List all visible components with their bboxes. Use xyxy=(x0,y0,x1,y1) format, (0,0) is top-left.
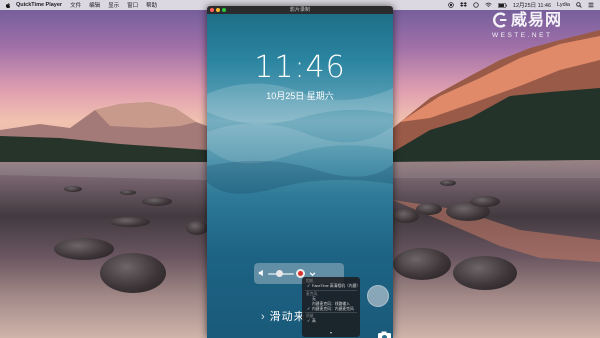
watermark-brand-text: 威易网 xyxy=(511,10,563,29)
menu-item[interactable]: FaceTime 高清相机（内建） xyxy=(302,284,360,289)
assistive-touch-button[interactable] xyxy=(367,285,389,307)
volume-icon xyxy=(258,269,263,277)
menu-bar-status-area: 12月25日 11:46 Lydia xyxy=(448,0,594,10)
menu-file[interactable]: 文件 xyxy=(70,1,81,9)
rock xyxy=(120,190,136,195)
rock xyxy=(100,253,166,293)
watermark: 威易网 WESTE.NET xyxy=(492,11,588,40)
iphone-screen-preview: 11:46 10月25日 星期六 › 滑动来 xyxy=(207,14,393,338)
notification-center-icon[interactable] xyxy=(588,2,594,8)
slide-to-unlock-text: 滑动来 xyxy=(269,311,306,323)
menu-bar-clock[interactable]: 12月25日 11:46 xyxy=(513,1,551,9)
lockscreen-time: 11:46 xyxy=(254,50,346,85)
menu-separator xyxy=(305,289,357,291)
watermark-brand: 威易网 xyxy=(492,11,588,29)
spotlight-search-icon[interactable] xyxy=(576,2,582,8)
menu-view[interactable]: 显示 xyxy=(108,1,119,9)
dropbox-icon[interactable] xyxy=(459,2,467,8)
rock xyxy=(393,209,419,223)
camera-icon[interactable] xyxy=(377,330,393,338)
wifi-icon[interactable] xyxy=(485,2,492,8)
battery-icon[interactable] xyxy=(497,2,507,8)
window-title: 影片录制 xyxy=(289,7,310,13)
menu-item[interactable]: 内建麦克风：内建麦克风 xyxy=(302,307,360,312)
rock xyxy=(186,221,208,235)
menu-app-quicktime[interactable]: QuickTime Player xyxy=(16,2,62,8)
volume-slider-knob[interactable] xyxy=(276,270,283,277)
menu-bar-user[interactable]: Lydia xyxy=(557,2,570,8)
recording-options-menu: 相机FaceTime 高清相机（内建）麦克风无内建麦克风：线路输入内建麦克风：内… xyxy=(302,277,360,337)
sync-icon[interactable] xyxy=(473,2,479,8)
rock xyxy=(453,256,517,290)
rock xyxy=(416,203,442,215)
watermark-logo-icon xyxy=(492,12,507,28)
rock xyxy=(110,217,150,227)
window-titlebar[interactable]: 影片录制 xyxy=(207,6,393,14)
rock xyxy=(470,196,500,207)
watermark-url: WESTE.NET xyxy=(492,32,553,39)
record-status-icon[interactable] xyxy=(448,2,454,8)
quicktime-recording-window: 影片录制 11:46 10月25日 星期六 › 滑动来 xyxy=(207,6,393,338)
rock xyxy=(440,180,456,186)
rock xyxy=(393,248,451,280)
menu-help[interactable]: 帮助 xyxy=(146,1,157,9)
slide-to-unlock[interactable]: › 滑动来 xyxy=(261,308,306,324)
chevron-right-icon: › xyxy=(261,311,266,323)
rock xyxy=(54,238,114,260)
rock xyxy=(64,186,82,192)
menu-scroll-down-icon[interactable]: ▾ xyxy=(330,330,332,336)
menu-edit[interactable]: 编辑 xyxy=(89,1,100,9)
menu-window[interactable]: 窗口 xyxy=(127,1,138,9)
apple-menu-icon[interactable] xyxy=(5,2,11,9)
lockscreen-date: 10月25日 星期六 xyxy=(266,91,334,101)
rock xyxy=(142,197,172,206)
menu-item[interactable]: 高 xyxy=(302,319,360,324)
